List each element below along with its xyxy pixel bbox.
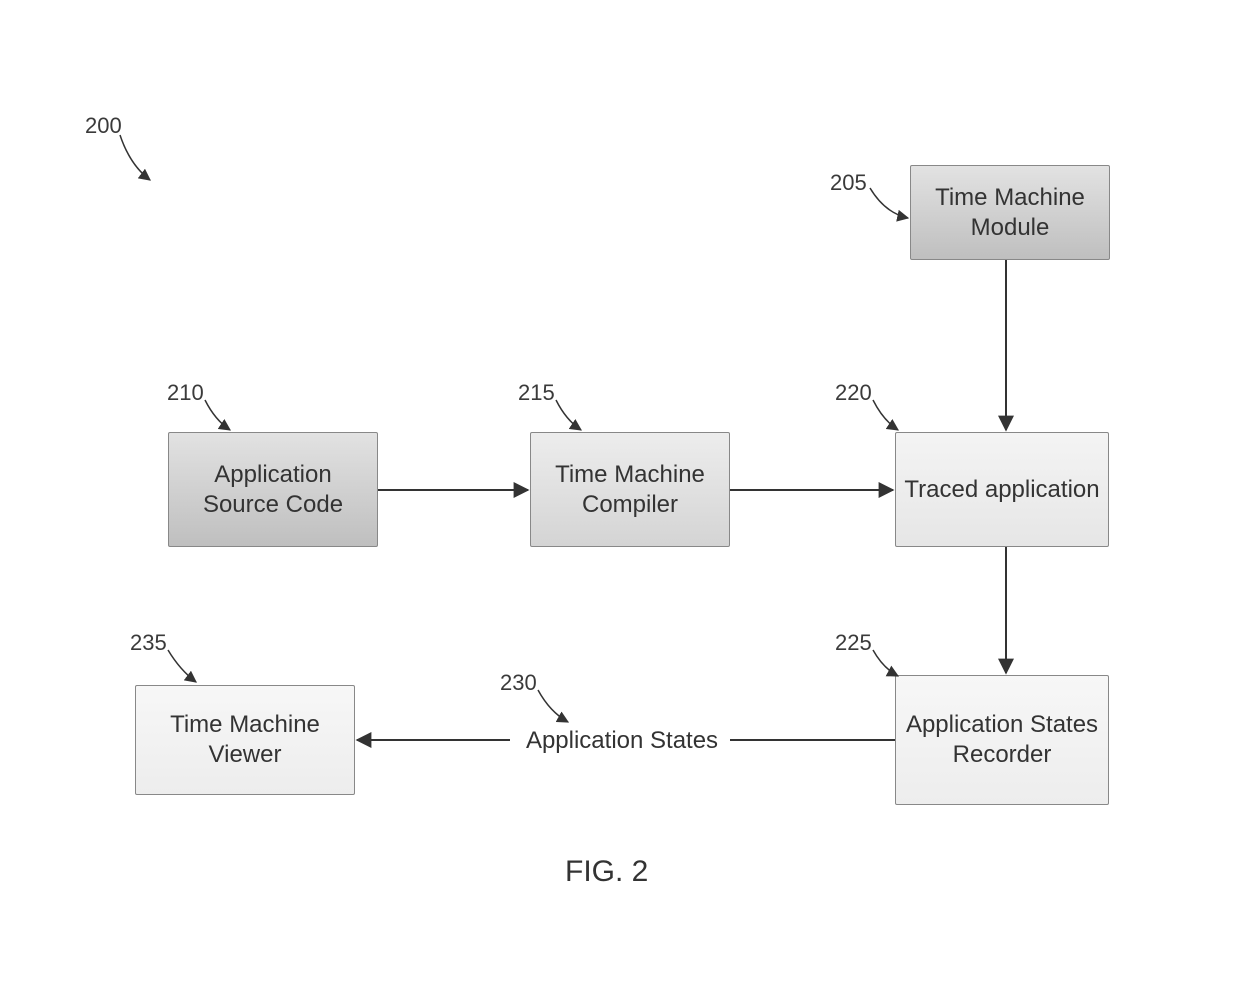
ref-205: 205 <box>830 170 867 196</box>
leader-200 <box>120 135 150 180</box>
node-label: Traced application <box>904 475 1099 505</box>
ref-210: 210 <box>167 380 204 406</box>
node-label: Application Source Code <box>175 460 371 520</box>
leader-220 <box>873 400 898 430</box>
node-traced-application: Traced application <box>895 432 1109 547</box>
ref-200: 200 <box>85 113 122 139</box>
node-application-source-code: Application Source Code <box>168 432 378 547</box>
node-label: Application States Recorder <box>902 710 1102 770</box>
node-label: Time Machine Module <box>917 183 1103 243</box>
leader-230 <box>538 690 568 722</box>
node-label: Application States <box>526 727 718 754</box>
ref-225: 225 <box>835 630 872 656</box>
leader-235 <box>168 650 196 682</box>
node-application-states-recorder: Application States Recorder <box>895 675 1109 805</box>
node-label: Time Machine Viewer <box>142 710 348 770</box>
figure-label: FIG. 2 <box>565 855 648 889</box>
leader-215 <box>556 400 581 430</box>
ref-220: 220 <box>835 380 872 406</box>
ref-235: 235 <box>130 630 167 656</box>
node-time-machine-module: Time Machine Module <box>910 165 1110 260</box>
diagram-canvas: 200 Time Machine Module 205 Application … <box>0 0 1240 989</box>
node-time-machine-compiler: Time Machine Compiler <box>530 432 730 547</box>
node-application-states: Application States <box>510 727 734 755</box>
node-label: Time Machine Compiler <box>537 460 723 520</box>
leader-205 <box>870 188 908 218</box>
ref-230: 230 <box>500 670 537 696</box>
ref-215: 215 <box>518 380 555 406</box>
node-time-machine-viewer: Time Machine Viewer <box>135 685 355 795</box>
leader-225 <box>873 650 898 676</box>
leader-210 <box>205 400 230 430</box>
